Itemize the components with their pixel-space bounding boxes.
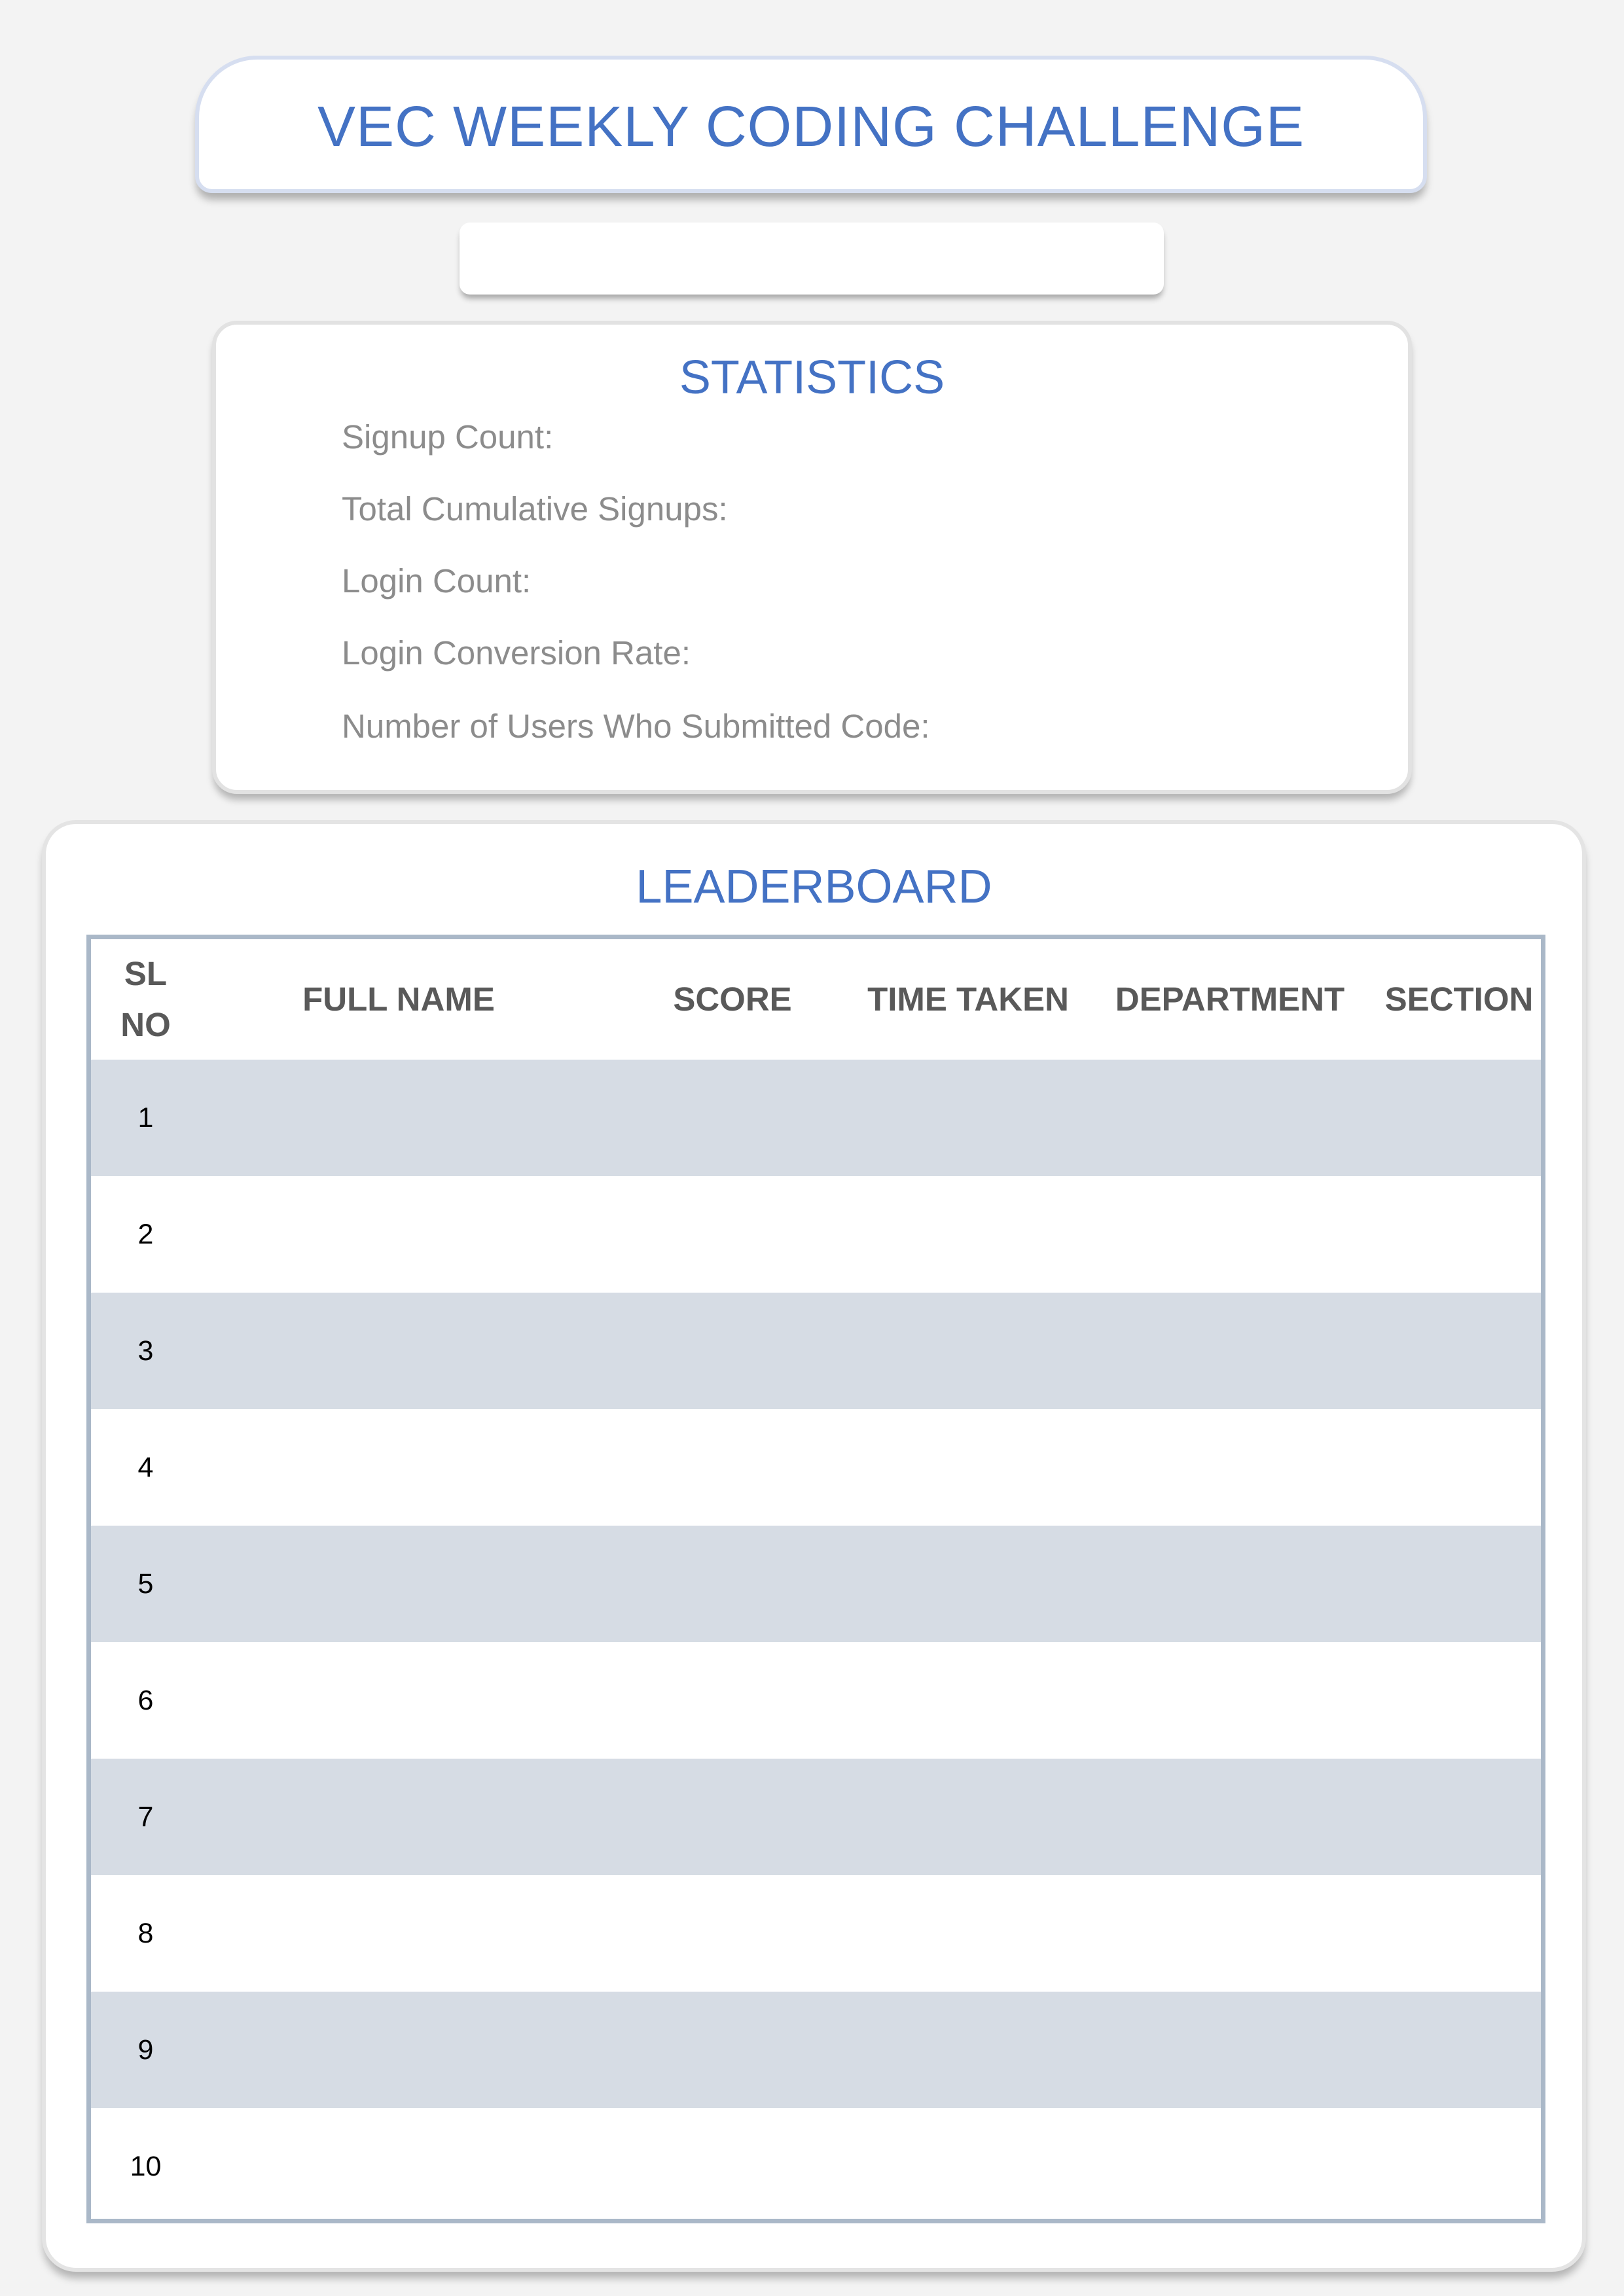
table-row: 6: [91, 1642, 1541, 1759]
table-header-row: SL NO FULL NAME SCORE TIME TAKEN DEPARTM…: [91, 939, 1541, 1060]
table-cell-sl-no: 8: [137, 1917, 154, 1949]
leaderboard-heading: LEADERBOARD: [636, 861, 992, 913]
page-title: VEC WEEKLY CODING CHALLENGE: [317, 95, 1305, 158]
column-header-time-taken: TIME TAKEN: [867, 980, 1069, 1018]
statistics-heading: STATISTICS: [679, 351, 945, 404]
stat-total-cumulative-signups: Total Cumulative Signups:: [342, 490, 728, 528]
stat-users-submitted-code: Number of Users Who Submitted Code:: [342, 708, 930, 745]
leaderboard-table: SL NO FULL NAME SCORE TIME TAKEN DEPARTM…: [86, 935, 1545, 2223]
column-header-sl-no-line2: NO: [120, 1006, 171, 1043]
table-row: 5: [91, 1526, 1541, 1642]
column-header-score: SCORE: [673, 980, 792, 1018]
title-card: VEC WEEKLY CODING CHALLENGE: [195, 56, 1427, 193]
table-cell-sl-no: 3: [137, 1335, 154, 1367]
table-cell-sl-no: 1: [137, 1102, 154, 1134]
table-row: 10: [91, 2108, 1541, 2219]
table-cell-sl-no: 4: [137, 1451, 154, 1483]
stat-login-count: Login Count:: [342, 562, 532, 600]
table-row: 9: [91, 1992, 1541, 2108]
table-row: 2: [91, 1176, 1541, 1293]
table-row: 4: [91, 1409, 1541, 1526]
table-cell-sl-no: 7: [137, 1801, 154, 1833]
column-header-full-name: FULL NAME: [302, 980, 495, 1018]
column-header-section: SECTION: [1384, 980, 1534, 1018]
table-row: 8: [91, 1875, 1541, 1992]
table-cell-sl-no: 2: [137, 1218, 154, 1250]
leaderboard-card: LEADERBOARD SL NO FULL NAME SCORE TIME T…: [42, 820, 1586, 2272]
table-row: 1: [91, 1060, 1541, 1176]
column-header-sl-no: SL NO: [91, 939, 200, 1060]
column-header-sl-no-line1: SL: [124, 955, 168, 992]
column-header-department: DEPARTMENT: [1115, 980, 1345, 1018]
table-cell-sl-no: 9: [137, 2034, 154, 2066]
table-row: 7: [91, 1759, 1541, 1875]
table-cell-sl-no: 10: [130, 2150, 162, 2182]
table-row: 3: [91, 1293, 1541, 1409]
table-cell-sl-no: 6: [137, 1684, 154, 1716]
statistics-card: STATISTICS Signup Count: Total Cumulativ…: [212, 321, 1412, 794]
stat-login-conversion-rate: Login Conversion Rate:: [342, 634, 691, 672]
table-cell-sl-no: 5: [137, 1568, 154, 1600]
stat-signup-count: Signup Count:: [342, 418, 554, 456]
subtitle-box: [460, 223, 1164, 295]
